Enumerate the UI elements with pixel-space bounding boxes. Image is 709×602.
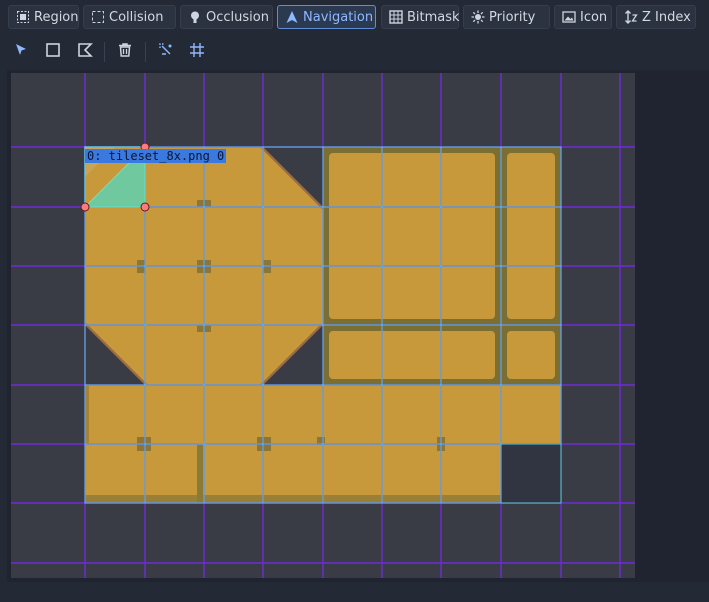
bitmask-mode-button[interactable]: Bitmask xyxy=(381,5,460,29)
tileset-viewport[interactable]: 0: tileset_8x.png 0 xyxy=(7,70,709,582)
keep-inside-tile-icon xyxy=(158,42,174,62)
occlusion-icon xyxy=(188,10,202,24)
z-index-icon xyxy=(624,10,638,24)
tileset-canvas xyxy=(11,73,635,578)
polygon-tool-button[interactable] xyxy=(73,41,97,63)
collision-mode-button[interactable]: Collision xyxy=(83,5,176,29)
delete-icon xyxy=(117,42,133,62)
select-tool-button[interactable] xyxy=(9,41,33,63)
z-index-mode-label: Z Index xyxy=(642,9,691,25)
keep-inside-tile-button[interactable] xyxy=(154,41,178,63)
toolbar-separator xyxy=(145,42,146,62)
bitmask-icon xyxy=(389,10,403,24)
icon-mode-label: Icon xyxy=(580,9,608,25)
icon-mode-icon xyxy=(562,10,576,24)
tile-name-label: 0: tileset_8x.png 0 xyxy=(85,149,227,163)
polygon-tool-icon xyxy=(77,42,93,62)
navigation-icon xyxy=(285,10,299,24)
toolbar-separator xyxy=(104,42,105,62)
bottom-panel xyxy=(0,582,709,602)
priority-icon xyxy=(471,10,485,24)
collision-icon xyxy=(91,10,105,24)
navigation-mode-button[interactable]: Navigation xyxy=(277,5,376,29)
rectangle-tool-icon xyxy=(45,42,61,62)
region-mode-button[interactable]: Region xyxy=(8,5,79,29)
bitmask-mode-label: Bitmask xyxy=(407,9,460,25)
edit-tools-toolbar xyxy=(0,36,709,68)
grid-snap-icon xyxy=(189,42,205,62)
z-index-mode-button[interactable]: Z Index xyxy=(616,5,696,29)
delete-button[interactable] xyxy=(113,41,137,63)
polygon-vertex-handle[interactable] xyxy=(80,202,90,212)
grid-snap-button[interactable] xyxy=(185,41,209,63)
occlusion-mode-label: Occlusion xyxy=(206,9,269,25)
rectangle-tool-button[interactable] xyxy=(41,41,65,63)
priority-mode-button[interactable]: Priority xyxy=(463,5,550,29)
empty-tile[interactable] xyxy=(500,443,562,504)
occlusion-mode-button[interactable]: Occlusion xyxy=(180,5,273,29)
select-tool-icon xyxy=(14,43,28,61)
priority-mode-label: Priority xyxy=(489,9,536,25)
polygon-vertex-handle[interactable] xyxy=(140,202,150,212)
navigation-mode-label: Navigation xyxy=(303,9,374,25)
collision-mode-label: Collision xyxy=(109,9,164,25)
region-mode-label: Region xyxy=(34,9,79,25)
tile-mode-toolbar: Region Collision Occlusion Navigation Bi… xyxy=(0,0,709,34)
icon-mode-button[interactable]: Icon xyxy=(554,5,612,29)
region-icon xyxy=(16,10,30,24)
